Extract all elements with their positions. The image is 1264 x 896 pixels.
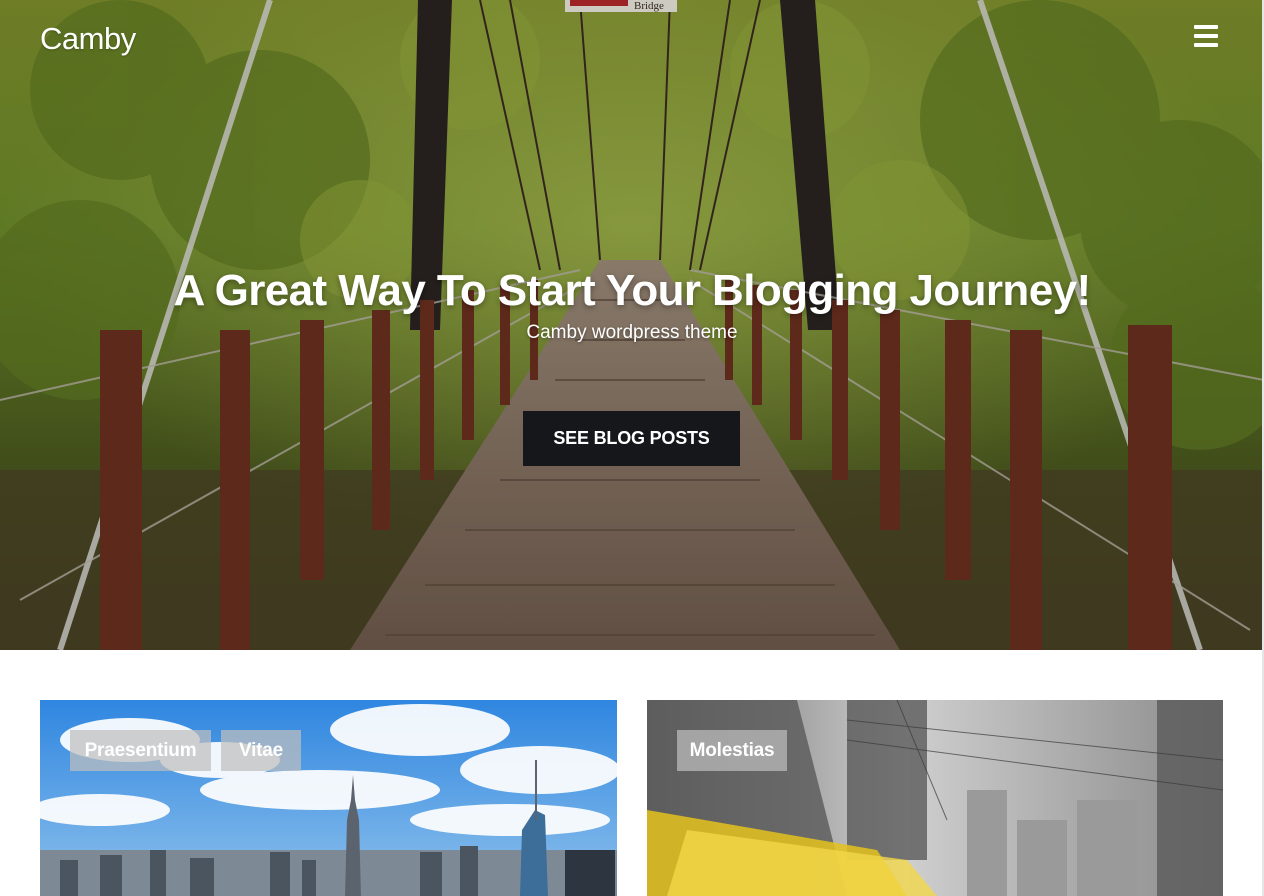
- hamburger-menu-icon[interactable]: [1194, 25, 1218, 47]
- see-blog-posts-button[interactable]: SEE BLOG POSTS: [523, 411, 740, 466]
- category-tag[interactable]: Praesentium: [70, 730, 211, 771]
- hero-title: A Great Way To Start Your Blogging Journ…: [173, 266, 1091, 315]
- category-tag[interactable]: Vitae: [221, 730, 301, 771]
- hero-section: Bridge Camby A Great Way To Start Your B…: [0, 0, 1264, 650]
- category-tag[interactable]: Molestias: [677, 730, 787, 771]
- hero-subtitle: Camby wordpress theme: [526, 322, 738, 343]
- site-logo[interactable]: Camby: [40, 21, 136, 57]
